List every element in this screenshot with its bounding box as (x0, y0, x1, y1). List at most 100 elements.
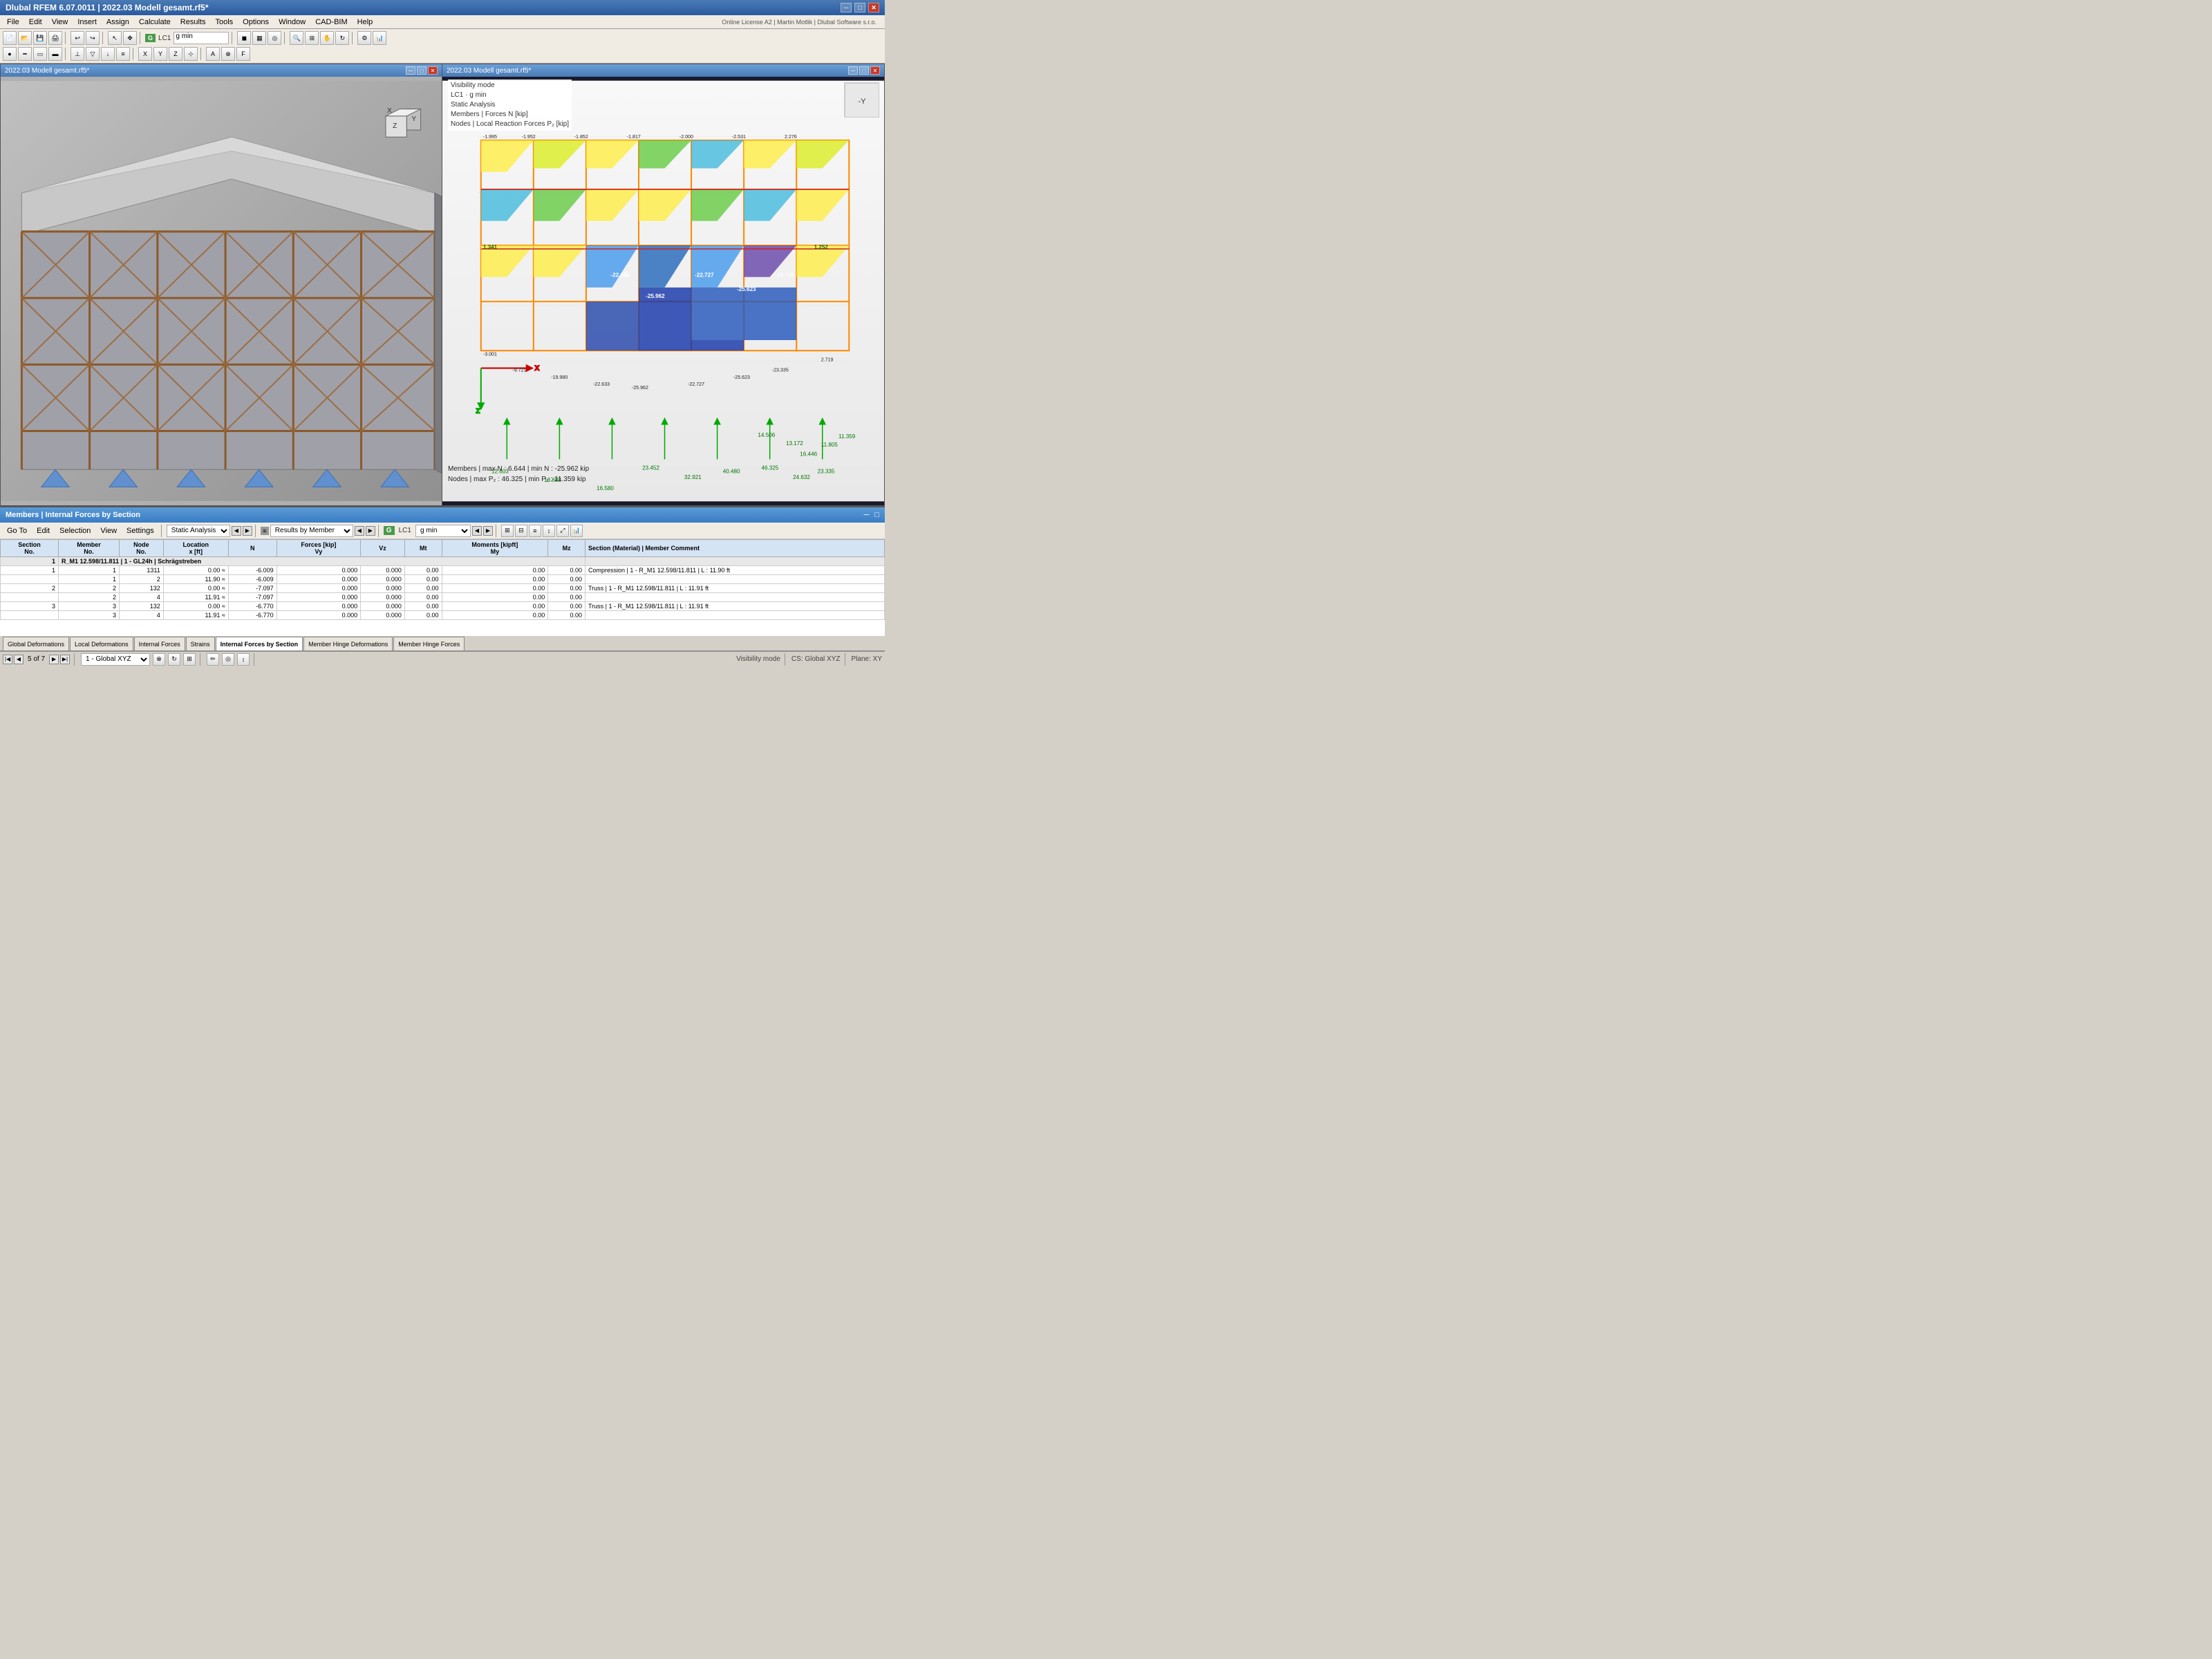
analysis-next-btn[interactable]: ▶ (243, 526, 252, 536)
x-view-button[interactable]: X (138, 47, 152, 61)
iso-view-button[interactable]: ⊹ (184, 47, 198, 61)
svg-text:-19.980: -19.980 (551, 375, 568, 380)
panel-3d-close[interactable]: ✕ (428, 66, 438, 75)
cell-n: -6.770 (228, 611, 276, 620)
results-tb1[interactable]: ⊞ (501, 525, 514, 537)
results-next-btn[interactable]: ▶ (366, 526, 375, 536)
results-minimize[interactable]: ─ (864, 511, 870, 519)
menu-results[interactable]: Results (176, 17, 210, 28)
results-prev-btn[interactable]: ◀ (355, 526, 364, 536)
panel-fem-minimize[interactable]: ─ (848, 66, 858, 75)
calculate-button[interactable]: ⚙ (357, 31, 371, 45)
tab-local-deformations[interactable]: Local Deformations (70, 637, 133, 650)
menu-options[interactable]: Options (238, 17, 273, 28)
menu-window[interactable]: Window (274, 17, 310, 28)
results-lc-prev[interactable]: ◀ (472, 526, 482, 536)
menu-cadbim[interactable]: CAD-BIM (311, 17, 351, 28)
nav-settings[interactable]: Settings (122, 525, 158, 536)
tab-internal-forces-section[interactable]: Internal Forces by Section (216, 637, 303, 650)
nav-selection[interactable]: Selection (55, 525, 95, 536)
panel-3d-maximize[interactable]: □ (417, 66, 427, 75)
analysis-combo[interactable]: Static Analysis (167, 525, 230, 537)
show-axes-button[interactable]: ⊗ (221, 47, 235, 61)
tab-strains[interactable]: Strains (186, 637, 215, 650)
results-tb4[interactable]: ↕ (543, 525, 555, 537)
panel-3d: 2022.03 Modell gesamt.rf5* ─ □ ✕ (0, 64, 442, 506)
status-btn1[interactable]: ✏ (207, 653, 219, 666)
menu-insert[interactable]: Insert (73, 17, 101, 28)
nav-goto[interactable]: Go To (3, 525, 31, 536)
minimize-button[interactable]: ─ (841, 3, 852, 12)
zoom-fit-button[interactable]: ⊞ (305, 31, 319, 45)
results-tb3[interactable]: ≡ (529, 525, 541, 537)
menu-assign[interactable]: Assign (102, 17, 133, 28)
move-button[interactable]: ✥ (123, 31, 137, 45)
results-lc-combo[interactable]: g min (415, 525, 471, 537)
nav-edit[interactable]: Edit (32, 525, 54, 536)
y-view-button[interactable]: Y (153, 47, 167, 61)
menu-tools[interactable]: Tools (211, 17, 237, 28)
last-page-btn[interactable]: ▶| (60, 655, 70, 664)
tab-internal-forces[interactable]: Internal Forces (134, 637, 185, 650)
print-button[interactable]: 🖨 (48, 31, 62, 45)
member-button[interactable]: ━ (18, 47, 32, 61)
results-fullscreen[interactable]: □ (874, 511, 879, 519)
prev-page-btn[interactable]: ◀ (14, 655, 24, 664)
maximize-button[interactable]: □ (854, 3, 865, 12)
tab-member-hinge-forces[interactable]: Member Hinge Forces (393, 637, 465, 650)
cs-btn2[interactable]: ↻ (168, 653, 180, 666)
table-container[interactable]: SectionNo. MemberNo. NodeNo. Locationx [… (0, 539, 885, 636)
surface-button[interactable]: ▭ (33, 47, 47, 61)
tab-member-hinge-deformations[interactable]: Member Hinge Deformations (303, 637, 393, 650)
result-table-button[interactable]: ≡ (116, 47, 130, 61)
coordinate-system-combo[interactable]: 1 - Global XYZ (81, 653, 150, 666)
z-view-button[interactable]: Z (169, 47, 182, 61)
status-btn3[interactable]: ↕ (237, 653, 250, 666)
lc-combo[interactable]: g min (174, 32, 229, 44)
node-button[interactable]: ● (3, 47, 17, 61)
model-3d-viewport[interactable]: Z Y X (1, 77, 442, 505)
wireframe-button[interactable]: ▦ (252, 31, 266, 45)
support-button[interactable]: ▽ (86, 47, 100, 61)
results-tb2[interactable]: ⊟ (515, 525, 527, 537)
cs-btn3[interactable]: ⊞ (183, 653, 196, 666)
results-button[interactable]: 📊 (373, 31, 386, 45)
select-button[interactable]: ↖ (108, 31, 122, 45)
display-button[interactable]: ◎ (268, 31, 281, 45)
undo-button[interactable]: ↩ (71, 31, 84, 45)
save-button[interactable]: 💾 (33, 31, 47, 45)
open-button[interactable]: 📂 (18, 31, 32, 45)
results-tb6[interactable]: 📊 (570, 525, 583, 537)
nav-view[interactable]: View (96, 525, 121, 536)
menu-help[interactable]: Help (353, 17, 377, 28)
next-page-btn[interactable]: ▶ (49, 655, 59, 664)
pan-button[interactable]: ✋ (320, 31, 334, 45)
redo-button[interactable]: ↪ (86, 31, 100, 45)
first-page-btn[interactable]: |◀ (3, 655, 12, 664)
results-lc-next[interactable]: ▶ (483, 526, 493, 536)
show-labels-button[interactable]: A (206, 47, 220, 61)
results-by-combo[interactable]: Results by Member (270, 525, 353, 537)
new-button[interactable]: 📄 (3, 31, 17, 45)
menu-view[interactable]: View (48, 17, 73, 28)
rotate-button[interactable]: ↻ (335, 31, 349, 45)
solid-button[interactable]: ▬ (48, 47, 62, 61)
zoom-button[interactable]: 🔍 (290, 31, 303, 45)
analysis-prev-btn[interactable]: ◀ (232, 526, 241, 536)
tab-global-deformations[interactable]: Global Deformations (3, 637, 69, 650)
section-button[interactable]: ⊥ (71, 47, 84, 61)
show-loads-button[interactable]: F (236, 47, 250, 61)
cs-btn1[interactable]: ⊗ (153, 653, 165, 666)
status-btn2[interactable]: ◎ (222, 653, 234, 666)
menu-calculate[interactable]: Calculate (135, 17, 175, 28)
fem-viewport[interactable]: Visibility mode LC1 · g min Static Analy… (442, 77, 884, 505)
render-button[interactable]: ◼ (237, 31, 251, 45)
close-button[interactable]: ✕ (868, 3, 879, 12)
results-tb5[interactable]: ⤢ (556, 525, 569, 537)
panel-3d-minimize[interactable]: ─ (406, 66, 415, 75)
panel-fem-maximize[interactable]: □ (859, 66, 869, 75)
menu-file[interactable]: File (3, 17, 24, 28)
load-button[interactable]: ↓ (101, 47, 115, 61)
menu-edit[interactable]: Edit (25, 17, 46, 28)
panel-fem-close[interactable]: ✕ (870, 66, 880, 75)
